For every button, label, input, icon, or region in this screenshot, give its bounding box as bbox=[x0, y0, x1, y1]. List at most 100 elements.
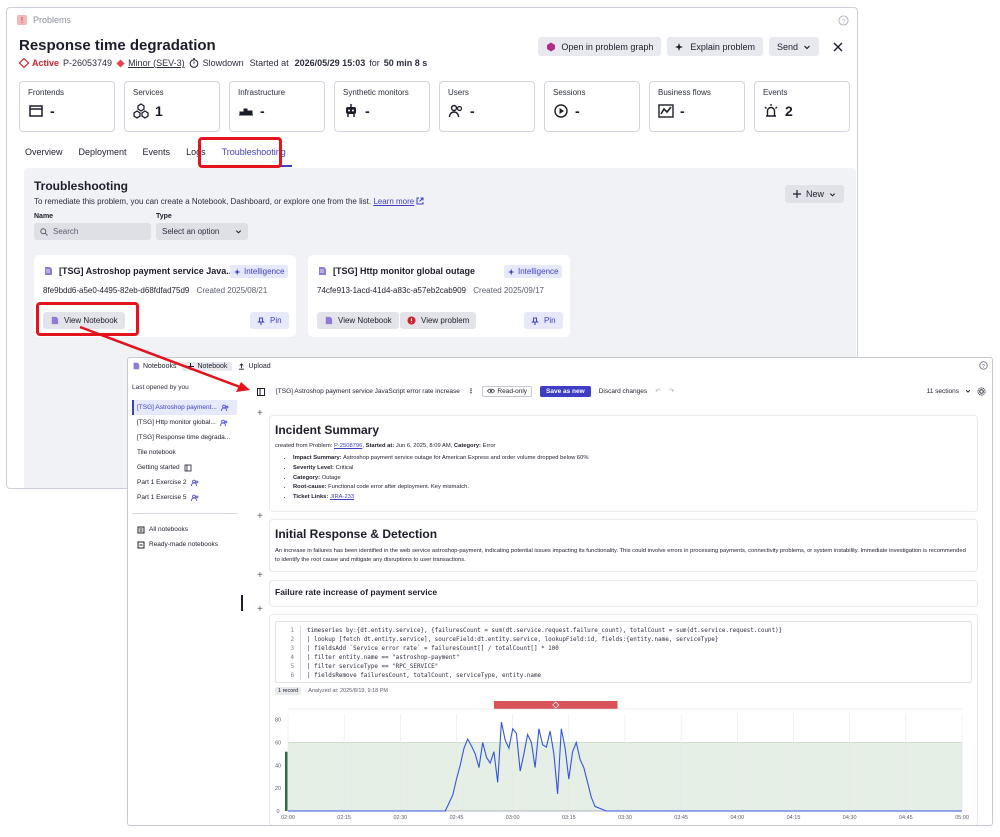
svg-text:?: ? bbox=[982, 364, 985, 370]
learn-more-link[interactable]: Learn more bbox=[373, 197, 414, 206]
intelligence-badge: Intelligence bbox=[504, 265, 563, 278]
notebooks-app-icon bbox=[133, 362, 140, 370]
sidebar-notebook-item[interactable]: [TSG] Astroshop payment... bbox=[132, 400, 237, 415]
category-value: Error bbox=[482, 443, 496, 449]
tab-events[interactable]: Events bbox=[137, 141, 177, 167]
new-button[interactable]: New bbox=[784, 185, 844, 203]
code-text: | fieldsRemove failuresCount, totalCount… bbox=[307, 672, 542, 679]
plus-icon bbox=[187, 362, 195, 370]
tile-sessions[interactable]: Sessions - bbox=[544, 81, 640, 132]
tile-synthetic-monitors[interactable]: Synthetic monitors - bbox=[334, 81, 430, 132]
close-icon[interactable] bbox=[831, 40, 845, 54]
incident-detail-item: Ticket Links: JIRA-233 bbox=[293, 493, 972, 503]
notebook-card[interactable]: [TSG] Http monitor global outage Intelli… bbox=[308, 255, 570, 337]
pin-button[interactable]: Pin bbox=[250, 312, 289, 329]
sidebar-notebook-item[interactable]: [TSG] Response time degrada... bbox=[132, 430, 237, 445]
incident-detail-item: Category: Outage bbox=[293, 474, 972, 484]
open-problem-graph-button[interactable]: Open in problem graph bbox=[538, 37, 662, 56]
badge-text: Intelligence bbox=[244, 267, 285, 276]
tile-business-flows[interactable]: Business flows - bbox=[649, 81, 745, 132]
failure-rate-chart[interactable]: 02:00 02:15 02:30 02:45 03:00 03:15 03:30 03:45… bbox=[270, 698, 977, 823]
intelligence-badge: Intelligence bbox=[230, 265, 289, 278]
upload-button[interactable]: Upload bbox=[238, 363, 271, 370]
tab-overview[interactable]: Overview bbox=[19, 141, 69, 167]
sidebar-header: Last opened by you bbox=[132, 384, 189, 391]
tab-deployment[interactable]: Deployment bbox=[73, 141, 133, 167]
app-titlebar: ! Problems ? bbox=[7, 8, 857, 32]
tile-label: Infrastructure bbox=[238, 88, 286, 97]
highlight-view-notebook bbox=[36, 302, 139, 336]
pin-button[interactable]: Pin bbox=[524, 312, 563, 329]
sidebar-notebook-item[interactable]: [TSG] Http monitor global... bbox=[132, 415, 237, 430]
tile-value-row: - bbox=[448, 103, 526, 119]
send-button[interactable]: Send bbox=[768, 37, 819, 56]
sidebar-notebook-item[interactable]: Part 1 Exercise 5 bbox=[132, 490, 237, 505]
ready-made-label: Ready-made notebooks bbox=[149, 541, 219, 548]
external-link-icon bbox=[416, 197, 424, 205]
new-notebook-button[interactable]: Notebook bbox=[182, 361, 233, 371]
initial-title: Initial Response & Detection bbox=[275, 527, 438, 541]
add-section-icon[interactable]: + bbox=[257, 511, 263, 522]
sidebar-notebook-item[interactable]: Tile notebook bbox=[132, 445, 237, 460]
view-problem-button[interactable]: View problem bbox=[400, 312, 477, 329]
sidebar-notebook-item[interactable]: Getting started bbox=[132, 460, 237, 475]
undo-icon[interactable]: ↶ bbox=[655, 387, 660, 395]
more-options-icon[interactable]: ⋮ bbox=[468, 387, 475, 395]
shared-icon bbox=[220, 404, 229, 411]
y-tick-label: 0 bbox=[276, 809, 279, 815]
help-icon[interactable]: ? bbox=[838, 15, 849, 26]
sections-dropdown[interactable]: 11 sections bbox=[926, 386, 986, 396]
shared-icon bbox=[190, 479, 198, 486]
redo-icon[interactable]: ↷ bbox=[669, 387, 674, 395]
problem-category: Slowdown bbox=[202, 58, 244, 68]
send-label: Send bbox=[776, 41, 798, 52]
tile-events[interactable]: Events 2 bbox=[754, 81, 850, 132]
jira-ticket-link[interactable]: JIRA-233 bbox=[330, 494, 354, 500]
svg-text:!: ! bbox=[21, 16, 23, 25]
save-as-new-button[interactable]: Save as new bbox=[540, 385, 591, 397]
x-tick-label: 03:00 bbox=[506, 815, 520, 821]
severity-link[interactable]: Minor (SEV-3) bbox=[116, 58, 185, 68]
discard-changes-button[interactable]: Discard changes bbox=[599, 388, 647, 395]
window-icon bbox=[29, 105, 43, 117]
view-notebook-button[interactable]: View Notebook bbox=[317, 312, 399, 329]
code-text: | filter serviceType == "RPC_SERVICE" bbox=[307, 663, 439, 670]
add-section-icon[interactable]: + bbox=[257, 570, 263, 581]
sidebar-notebook-item[interactable]: Part 1 Exercise 2 bbox=[132, 475, 237, 490]
gutter-bar bbox=[300, 635, 301, 644]
help-icon[interactable]: ? bbox=[979, 361, 988, 370]
x-tick-label: 04:00 bbox=[730, 815, 744, 821]
notebook-topbar: Notebooks Notebook Upload bbox=[128, 358, 992, 374]
type-select[interactable]: Select an option bbox=[156, 223, 248, 240]
tile-frontends[interactable]: Frontends - bbox=[19, 81, 115, 132]
add-section-icon[interactable]: + bbox=[257, 408, 263, 419]
graph-icon bbox=[547, 42, 556, 51]
card-id: 8fe9bdd6-a5e0-4495-82eb-d68fdfad75d9 bbox=[43, 286, 190, 295]
settings-icon[interactable] bbox=[977, 386, 986, 396]
dql-code-editor[interactable]: 1 timeseries by:{dt.entity.service}, {fai… bbox=[275, 621, 972, 683]
search-input[interactable]: Search bbox=[34, 223, 151, 240]
tile-infrastructure[interactable]: Infrastructure - bbox=[229, 81, 325, 132]
x-tick-label: 04:45 bbox=[899, 815, 913, 821]
ready-made-notebooks-link[interactable]: Ready-made notebooks bbox=[132, 537, 237, 552]
explain-problem-label: Explain problem bbox=[690, 41, 755, 52]
problem-link[interactable]: P-2508796 bbox=[334, 443, 362, 449]
section-drag-handle[interactable] bbox=[241, 595, 243, 611]
severity-diamond-icon bbox=[116, 58, 125, 68]
services-icon bbox=[133, 103, 149, 119]
tile-users[interactable]: Users - bbox=[439, 81, 535, 132]
notebooks-app-link[interactable]: Notebooks bbox=[132, 362, 176, 370]
tile-label: Synthetic monitors bbox=[343, 88, 409, 97]
incident-detail-item: Severity Level: Critical bbox=[293, 464, 972, 474]
explain-problem-button[interactable]: Explain problem bbox=[667, 37, 763, 56]
sidebar-toggle-icon[interactable] bbox=[257, 388, 265, 396]
tile-label: Users bbox=[448, 88, 469, 97]
notebook-toolbar: [TSG] Astroshop payment service JavaScri… bbox=[276, 384, 986, 398]
read-only-badge[interactable]: Read-only bbox=[482, 385, 533, 397]
add-section-icon[interactable]: + bbox=[257, 604, 263, 615]
sections-label: 11 sections bbox=[926, 387, 959, 395]
all-notebooks-link[interactable]: All notebooks bbox=[132, 522, 237, 537]
tile-services[interactable]: Services 1 bbox=[124, 81, 220, 132]
sidebar-item-label: Tile notebook bbox=[137, 449, 176, 456]
tile-value-row: - bbox=[238, 103, 316, 119]
